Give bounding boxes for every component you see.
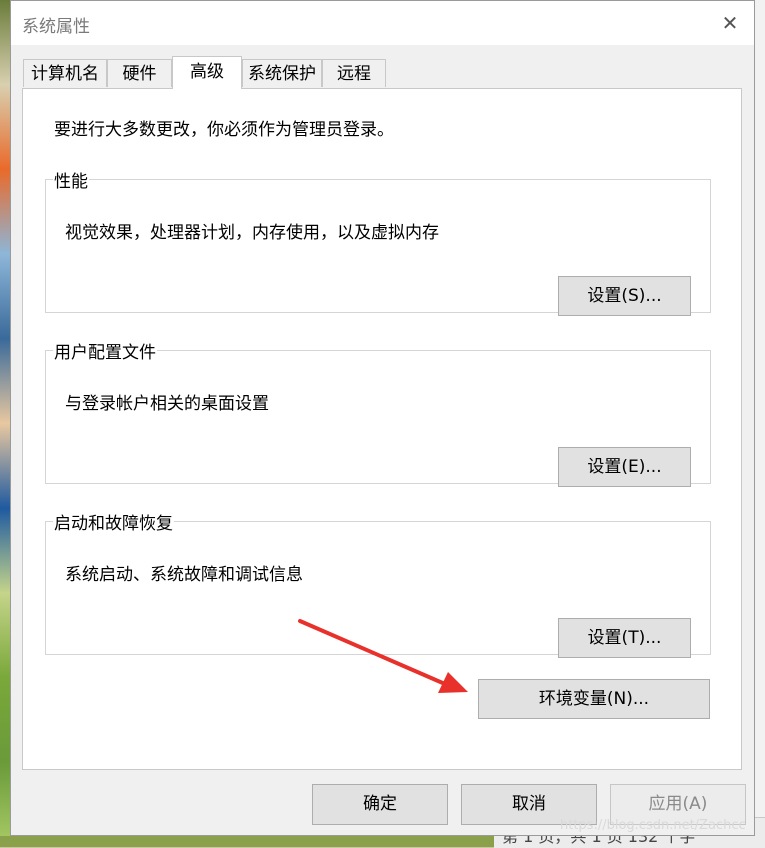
performance-settings-button[interactable]: 设置(S)... <box>558 276 691 316</box>
window-title: 系统属性 <box>22 17 90 37</box>
tab-label: 硬件 <box>122 64 157 84</box>
tab-advanced[interactable]: 高级 <box>172 56 242 89</box>
title-bar: 系统属性 ✕ <box>11 1 754 45</box>
group-description: 与登录帐户相关的桌面设置 <box>65 394 269 414</box>
startup-recovery-group: 启动和故障恢复 系统启动、系统故障和调试信息 设置(T)... <box>45 509 711 658</box>
tab-system-protection[interactable]: 系统保护 <box>242 59 322 87</box>
tab-label: 远程 <box>337 64 371 84</box>
group-title: 用户配置文件 <box>54 343 156 363</box>
tab-label: 高级 <box>190 62 224 82</box>
admin-notice: 要进行大多数更改，你必须作为管理员登录。 <box>54 120 394 140</box>
system-properties-dialog: 系统属性 ✕ 计算机名 硬件 高级 系统保护 远程 要进行大多数更改，你必须作为… <box>10 0 755 836</box>
tab-remote[interactable]: 远程 <box>322 59 386 87</box>
tab-hardware[interactable]: 硬件 <box>107 59 172 87</box>
watermark: https://blog.csdn.net/Zachcc <box>560 818 746 833</box>
ok-button[interactable]: 确定 <box>312 784 448 825</box>
group-title: 性能 <box>54 172 88 192</box>
performance-group: 性能 视觉效果，处理器计划，内存使用，以及虚拟内存 设置(S)... <box>45 167 711 316</box>
user-profiles-settings-button[interactable]: 设置(E)... <box>558 447 691 487</box>
advanced-tab-panel: 要进行大多数更改，你必须作为管理员登录。 性能 视觉效果，处理器计划，内存使用，… <box>22 88 742 770</box>
user-profiles-group: 用户配置文件 与登录帐户相关的桌面设置 设置(E)... <box>45 338 711 487</box>
tab-label: 系统保护 <box>248 64 316 84</box>
environment-variables-button[interactable]: 环境变量(N)... <box>478 679 710 719</box>
tab-computer-name[interactable]: 计算机名 <box>23 59 107 87</box>
startup-recovery-settings-button[interactable]: 设置(T)... <box>558 618 691 658</box>
close-button[interactable]: ✕ <box>713 7 747 39</box>
group-description: 视觉效果，处理器计划，内存使用，以及虚拟内存 <box>65 223 439 243</box>
group-title: 启动和故障恢复 <box>54 514 173 534</box>
group-description: 系统启动、系统故障和调试信息 <box>65 565 303 585</box>
close-icon: ✕ <box>721 11 739 35</box>
background-document-window <box>755 0 765 847</box>
tab-label: 计算机名 <box>31 64 99 84</box>
